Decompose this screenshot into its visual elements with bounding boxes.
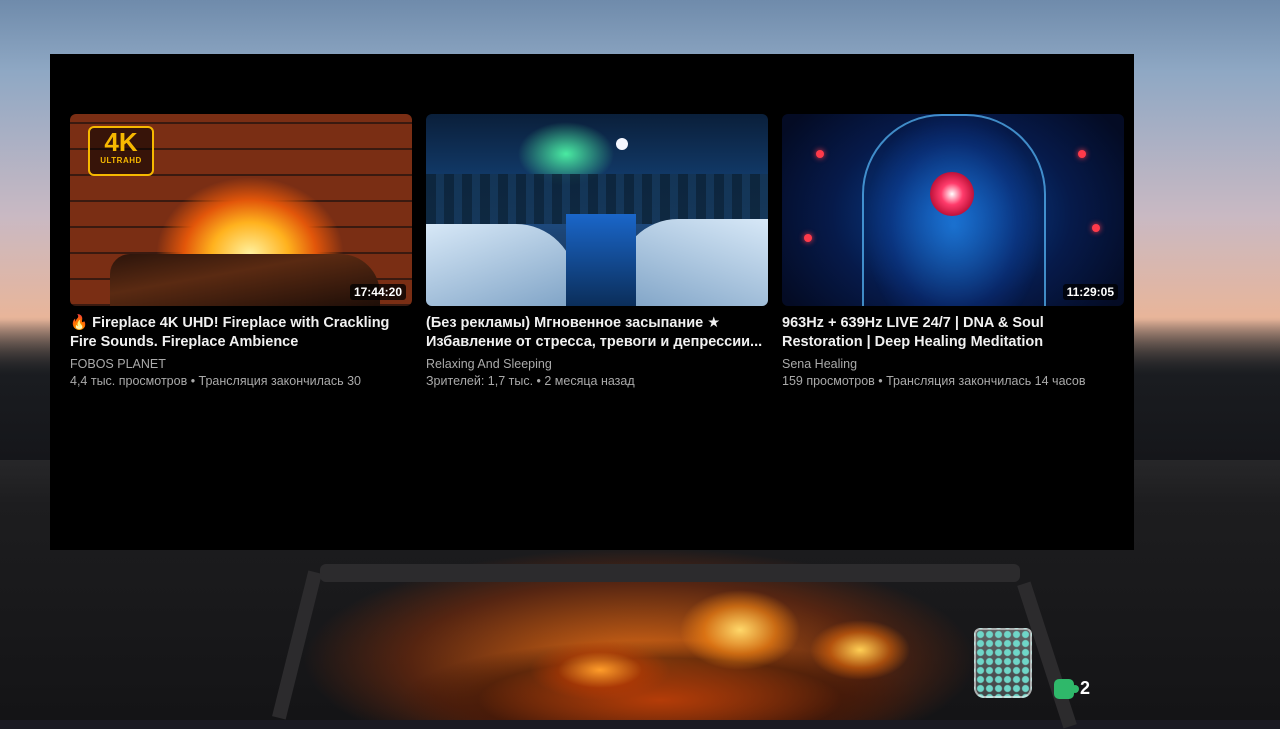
- snow-bank-left: [426, 224, 576, 306]
- network-node: [816, 150, 824, 158]
- video-card-1[interactable]: 4K ULTRAHD 17:44:20 🔥 Fireplace 4K UHD! …: [70, 114, 412, 390]
- river: [566, 214, 636, 306]
- video-thumbnail-3[interactable]: 11:29:05: [782, 114, 1124, 306]
- heart-graphic: [930, 172, 974, 216]
- video-meta: 4,4 тыс. просмотров • Трансляция закончи…: [70, 374, 362, 388]
- video-duration: 17:44:20: [349, 284, 406, 300]
- video-channel[interactable]: Relaxing And Sleeping: [426, 356, 768, 373]
- extension-counter[interactable]: 2: [1054, 678, 1090, 699]
- video-card-2[interactable]: (Без рекламы) Мгновенное засыпание ★ Изб…: [426, 114, 768, 390]
- jar-icon[interactable]: [974, 628, 1032, 698]
- video-meta: Зрителей: 1,7 тыс. • 2 месяца назад: [426, 374, 635, 388]
- campfire-grill: [272, 552, 1077, 729]
- snow-bank-right: [618, 219, 768, 306]
- video-thumbnail-1[interactable]: 4K ULTRAHD 17:44:20: [70, 114, 412, 306]
- network-node: [804, 234, 812, 242]
- end-screen-panel: 4K ULTRAHD 17:44:20 🔥 Fireplace 4K UHD! …: [50, 54, 1134, 550]
- video-duration: 11:29:05: [1062, 284, 1118, 300]
- puzzle-icon: [1054, 678, 1079, 699]
- network-node: [1092, 224, 1100, 232]
- moon: [616, 138, 628, 150]
- video-title[interactable]: (Без рекламы) Мгновенное засыпание ★ Изб…: [426, 314, 772, 352]
- 4k-badge-main: 4K: [104, 127, 138, 157]
- video-title[interactable]: 963Hz + 639Hz LIVE 24/7 | DNA & Soul Res…: [782, 314, 1128, 352]
- video-title[interactable]: 🔥 Fireplace 4K UHD! Fireplace with Crack…: [70, 314, 416, 352]
- video-channel[interactable]: Sena Healing: [782, 356, 1124, 373]
- fireplace-logs: [110, 254, 380, 306]
- 4k-badge-sub: ULTRAHD: [100, 156, 142, 165]
- network-node: [1078, 150, 1086, 158]
- 4k-badge: 4K ULTRAHD: [88, 126, 154, 176]
- grill-leg-left: [272, 570, 322, 720]
- counter-value: 2: [1080, 678, 1091, 698]
- video-meta: 159 просмотров • Трансляция закончилась …: [782, 374, 1086, 388]
- video-card-3[interactable]: 11:29:05 963Hz + 639Hz LIVE 24/7 | DNA &…: [782, 114, 1124, 390]
- video-channel[interactable]: FOBOS PLANET: [70, 356, 412, 373]
- video-thumbnail-2[interactable]: [426, 114, 768, 306]
- grill-rail: [320, 564, 1020, 582]
